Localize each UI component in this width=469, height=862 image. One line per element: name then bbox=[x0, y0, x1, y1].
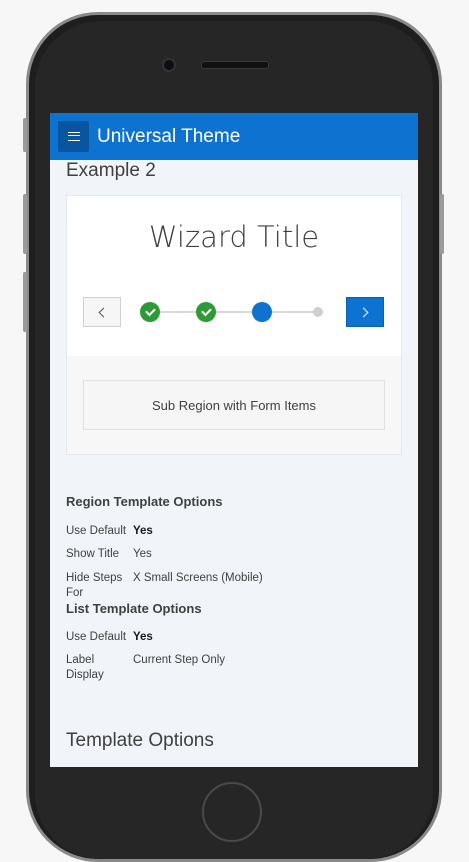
home-button[interactable] bbox=[202, 782, 262, 842]
step-4-upcoming bbox=[313, 307, 323, 317]
check-icon bbox=[200, 305, 212, 317]
volume-down-button bbox=[23, 272, 27, 332]
option-key: Use Default bbox=[66, 525, 127, 537]
sub-region: Sub Region with Form Items bbox=[83, 380, 385, 430]
chevron-right-icon bbox=[358, 307, 369, 317]
mute-switch bbox=[23, 118, 27, 152]
example-title: Example 2 bbox=[66, 160, 156, 181]
power-button bbox=[440, 194, 444, 254]
wizard-region: Wizard Title Sub Region with Form Items bbox=[66, 195, 402, 455]
option-value: Yes bbox=[133, 525, 153, 537]
step-3-current bbox=[252, 302, 272, 322]
next-button[interactable] bbox=[346, 297, 384, 327]
option-value: Current Step Only bbox=[133, 654, 226, 666]
option-key: Use Default bbox=[66, 631, 127, 643]
option-key: Label Display bbox=[66, 654, 104, 681]
progress-track bbox=[151, 311, 319, 313]
option-value: X Small Screens (Mobile) bbox=[133, 572, 263, 584]
option-key: Show Title bbox=[66, 548, 120, 560]
hamburger-icon[interactable] bbox=[58, 121, 89, 152]
list-template-options-heading: List Template Options bbox=[66, 601, 202, 616]
speaker-grille bbox=[201, 61, 269, 69]
check-icon bbox=[144, 305, 156, 317]
chevron-left-icon bbox=[98, 307, 109, 317]
option-value: Yes bbox=[133, 548, 152, 560]
option-key: Hide Steps For bbox=[66, 572, 123, 599]
volume-up-button bbox=[23, 194, 27, 254]
wizard-body: Sub Region with Form Items bbox=[67, 356, 401, 454]
step-1-complete bbox=[140, 302, 160, 322]
option-value: Yes bbox=[133, 631, 153, 643]
region-template-options-heading: Region Template Options bbox=[66, 494, 223, 509]
previous-button[interactable] bbox=[83, 297, 121, 327]
menu-bars bbox=[67, 132, 80, 141]
camera-icon bbox=[162, 58, 176, 72]
step-2-complete bbox=[196, 302, 216, 322]
phone-screen: Universal Theme Example 2 Wizard Title S… bbox=[50, 113, 418, 767]
app-title: Universal Theme bbox=[97, 125, 241, 147]
template-options-title: Template Options bbox=[66, 730, 214, 751]
app-header: Universal Theme bbox=[50, 113, 418, 160]
wizard-title: Wizard Title bbox=[148, 220, 320, 254]
